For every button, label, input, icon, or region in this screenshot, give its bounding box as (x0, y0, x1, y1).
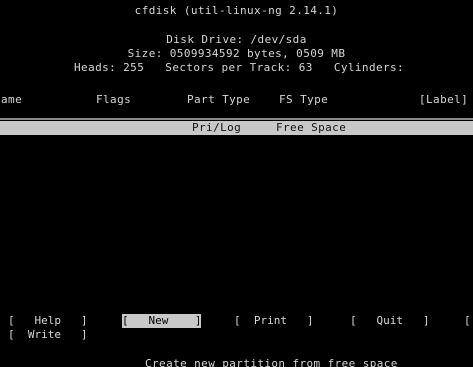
column-fs-type: FS Type (279, 93, 329, 106)
menu-help-button[interactable]: [ Help ] (8, 314, 87, 328)
header-divider (0, 118, 473, 120)
column-label: [Label] (419, 93, 469, 106)
column-name: Name (0, 93, 23, 106)
partition-table-header: Name Flags Part Type FS Type [Label] (0, 93, 473, 107)
free-row-part-type: Pri/Log (192, 121, 242, 134)
menu-write-button[interactable]: [ Write ] (8, 328, 87, 342)
cfdisk-terminal: cfdisk (util-linux-ng 2.14.1) Disk Drive… (0, 0, 473, 367)
column-flags: Flags (96, 93, 132, 106)
column-part-type: Part Type (187, 93, 251, 106)
menu-quit-button[interactable]: [ Quit ] (350, 314, 429, 328)
disk-size-line: Size: 0509934592 bytes, 0509 MB (127, 47, 346, 60)
menu-new-button[interactable]: [ New ] (122, 314, 202, 328)
menu-next-item-partial[interactable]: [ (464, 314, 471, 328)
app-title: cfdisk (util-linux-ng 2.14.1) (134, 4, 339, 17)
status-message: Create new partition from free space (145, 357, 398, 367)
disk-geometry-line: Heads: 255 Sectors per Track: 63 Cylinde… (74, 61, 412, 74)
disk-drive-line: Disk Drive: /dev/sda (166, 33, 307, 46)
menu-print-button[interactable]: [ Print ] (234, 314, 313, 328)
free-row-fs-type: Free Space (276, 121, 347, 134)
partition-row-free-space[interactable]: Pri/Log Free Space (0, 121, 473, 135)
